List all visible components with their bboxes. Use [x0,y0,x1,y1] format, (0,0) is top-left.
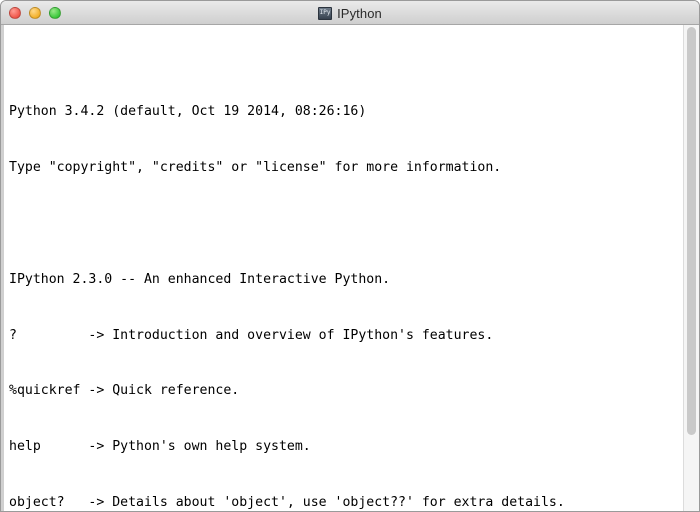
window-title: IPython [337,5,382,21]
window-title-group: IPy IPython [1,1,699,25]
banner-line: ? -> Introduction and overview of IPytho… [9,327,494,343]
terminal-lines: Python 3.4.2 (default, Oct 19 2014, 08:2… [4,25,683,511]
window-titlebar: IPy IPython [1,1,699,25]
close-button-icon[interactable] [9,7,21,19]
zoom-button-icon[interactable] [49,7,61,19]
banner-line: %quickref -> Quick reference. [9,383,240,399]
banner-line: Python 3.4.2 (default, Oct 19 2014, 08:2… [9,104,367,120]
terminal-output-area[interactable]: Python 3.4.2 (default, Oct 19 2014, 08:2… [1,25,683,511]
vertical-scrollbar[interactable] [683,25,699,511]
scrollbar-thumb[interactable] [687,27,696,435]
banner-line: Type "copyright", "credits" or "license"… [9,160,502,176]
banner-line: help -> Python's own help system. [9,439,311,455]
window-body: Python 3.4.2 (default, Oct 19 2014, 08:2… [1,25,699,511]
window-controls [9,1,61,25]
minimize-button-icon[interactable] [29,7,41,19]
banner-line: object? -> Details about 'object', use '… [9,494,565,510]
ipython-app-icon: IPy [318,6,333,20]
ipython-window: IPy IPython Python 3.4.2 (default, Oct 1… [0,0,700,512]
banner-line: IPython 2.3.0 -- An enhanced Interactive… [9,271,391,287]
